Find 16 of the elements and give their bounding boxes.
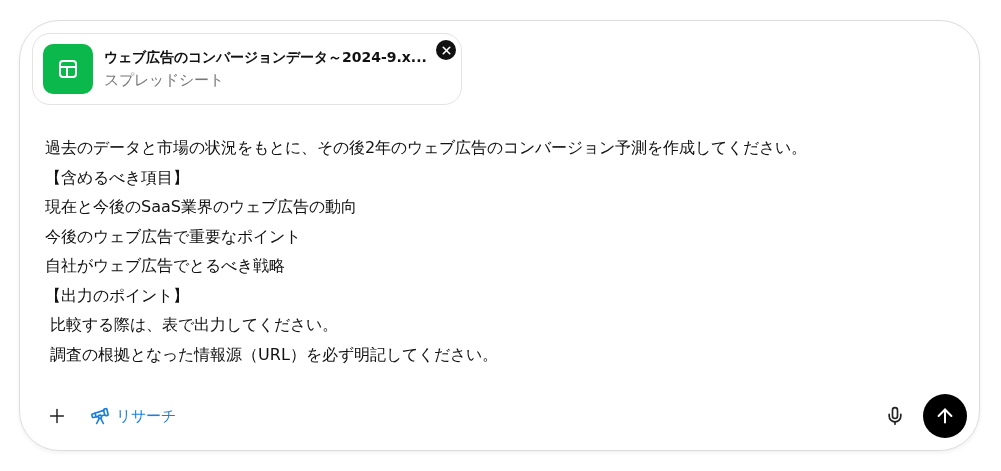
message-line: 調査の根拠となった情報源（URL）を必ず明記してください。 [49,343,499,366]
research-button[interactable]: リサーチ [86,402,180,430]
file-name: ウェブ広告のコンバージョンデータ～2024-9.x... [104,48,427,67]
telescope-icon [90,406,110,426]
message-line: 自社がウェブ広告でとるべき戦略 [45,255,286,277]
spreadsheet-icon [43,44,93,94]
message-line: 今後のウェブ広告で重要なポイント [45,225,302,248]
message-line: 過去のデータと市場の状況をもとに、その後2年のウェブ広告のコンバージョン予測を作成してください。 [45,137,809,159]
close-button[interactable] [436,40,456,60]
file-type: スプレッドシート [104,70,225,90]
message-line: 【出力のポイント】 [45,284,190,307]
message-line: 【含めるべき項目】 [45,166,190,189]
send-button[interactable] [923,394,967,438]
close-icon [439,43,453,57]
message-line: 現在と今後のSaaS業界のウェブ広告の動向 [45,196,358,218]
message-line: 比較する際は、表で出力してください。 [49,314,340,336]
